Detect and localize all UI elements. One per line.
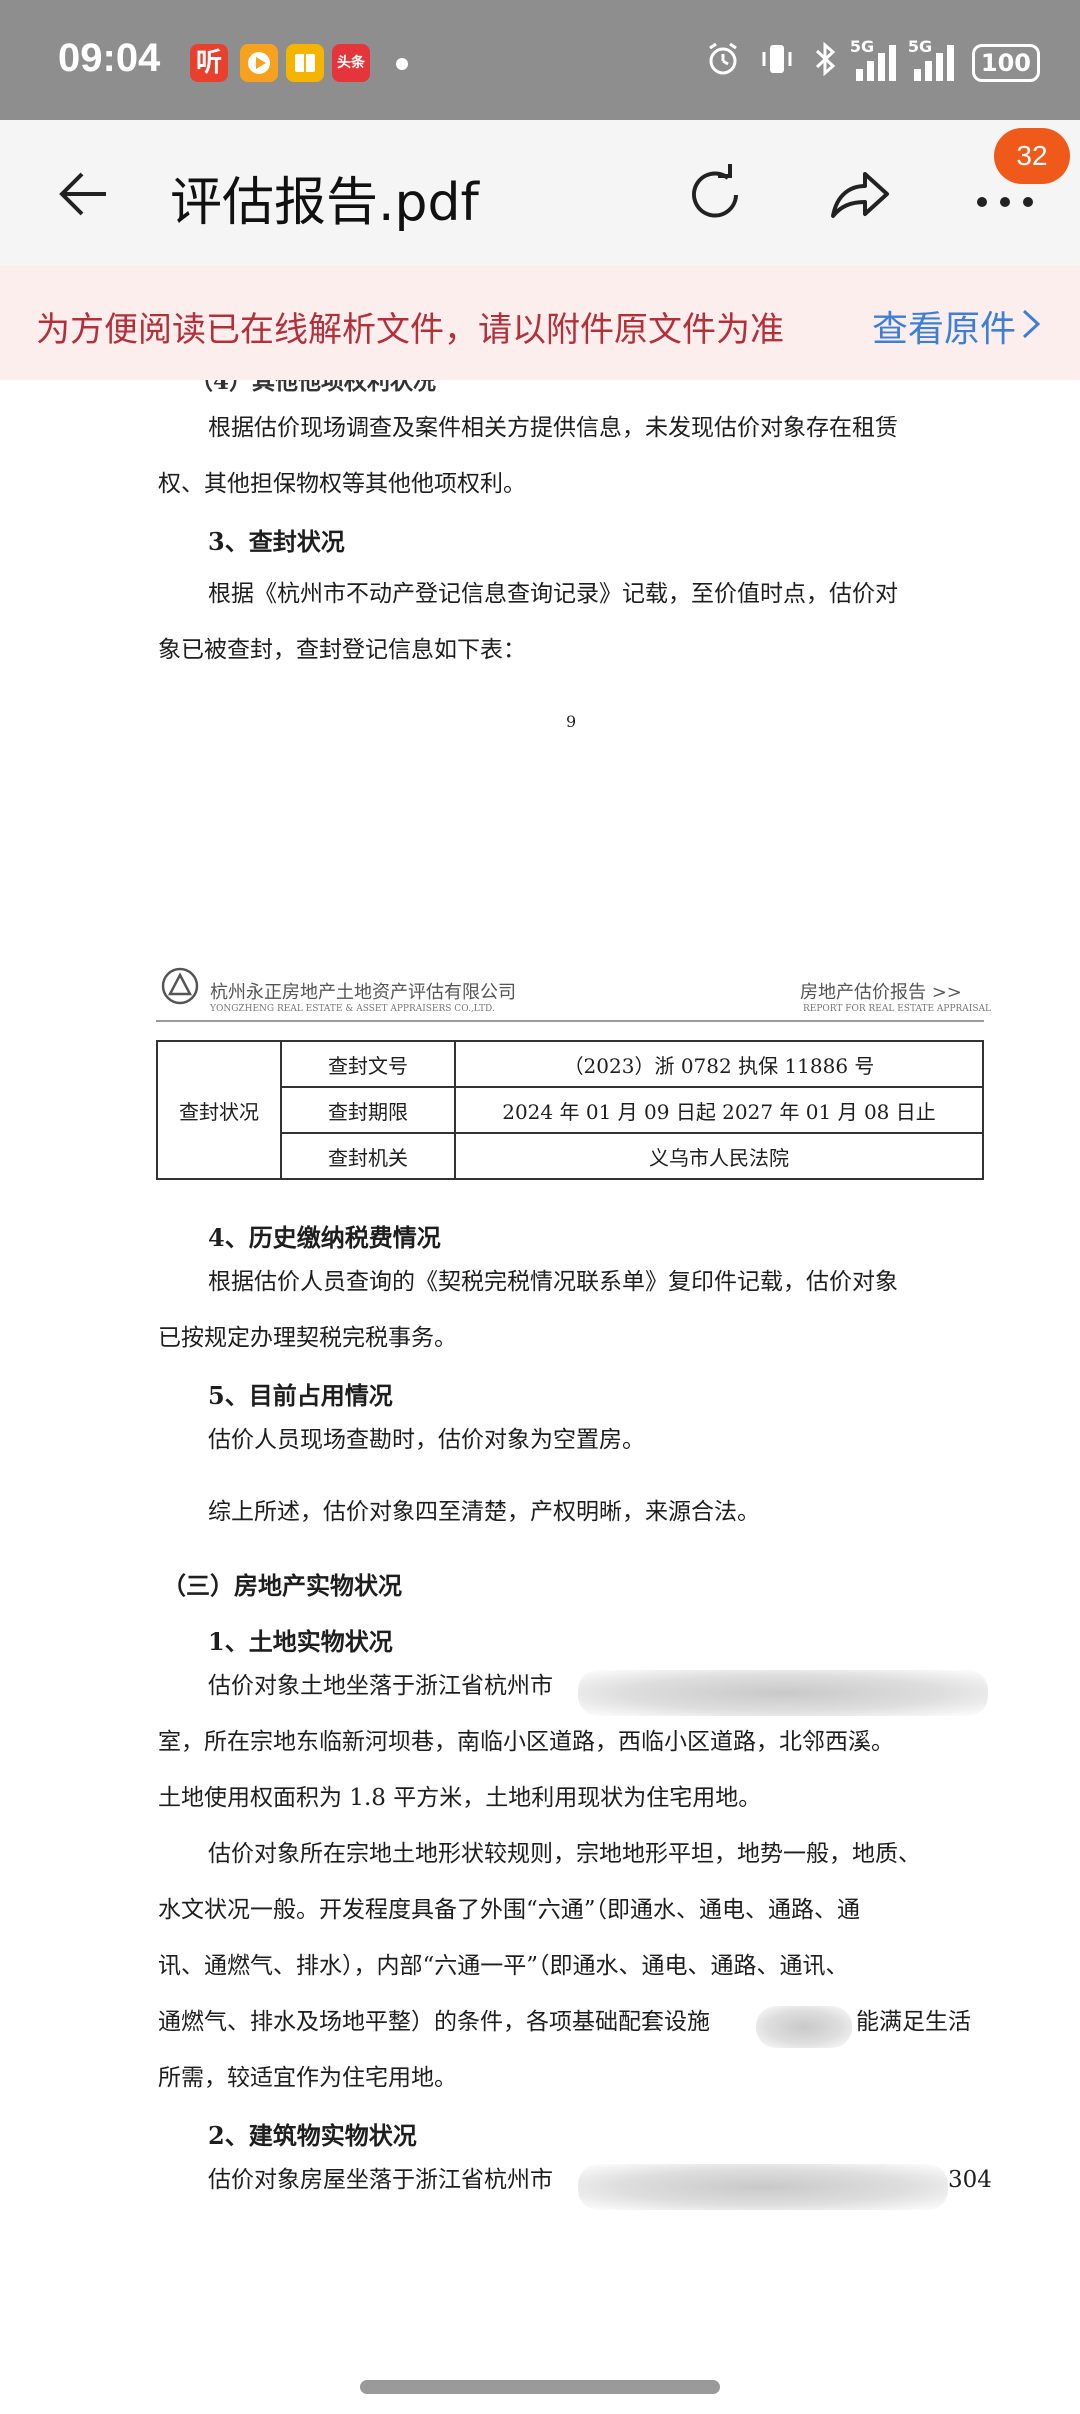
alarm-icon [704, 40, 742, 86]
pdf-viewer[interactable]: （4）其他他项权利状况 根据估价现场调查及案件相关方提供信息，未发现估价对象存在… [0, 380, 1080, 2240]
paragraph-line: 象已被查封，查封登记信息如下表： [158, 637, 526, 663]
paragraph-line: 已按规定办理契税完税事务。 [158, 1325, 457, 1351]
vibrate-icon [760, 40, 794, 86]
company-logo-icon [160, 966, 200, 1006]
table-cell-value: （2023）浙 0782 执保 11886 号 [454, 1040, 984, 1088]
paragraph-line: 室，所在宗地东临新河坝巷，南临小区道路，西临小区道路，北邻西溪。 [158, 1729, 894, 1755]
paragraph-line: 304 [948, 2167, 992, 2193]
share-icon [831, 172, 889, 218]
paragraph-line: 通燃气、排水及场地平整）的条件，各项基础配套设施 [158, 2009, 710, 2035]
bluetooth-icon [812, 40, 838, 86]
signal-5g-icon-2: 5G [908, 37, 954, 81]
table-group-label: 查封状况 [156, 1040, 282, 1180]
bottom-area [0, 2240, 1080, 2414]
paragraph-line: 能满足生活 [856, 2009, 971, 2035]
chevron-right-icon [1020, 307, 1042, 350]
table-cell-label: 查封机关 [280, 1132, 456, 1180]
ting-app-icon: 听 [190, 44, 228, 82]
notification-badge: 32 [994, 128, 1070, 184]
paragraph-line: 根据估价现场调查及案件相关方提供信息，未发现估价对象存在租赁 [208, 415, 898, 441]
company-name: 杭州永正房地产土地资产评估有限公司 [210, 982, 516, 1003]
redacted-area [578, 1670, 988, 1716]
share-button[interactable] [825, 160, 895, 230]
book-app-icon [286, 44, 324, 82]
view-original-link[interactable]: 查看原件 [872, 300, 1042, 352]
video-app-icon [240, 44, 278, 82]
view-original-label: 查看原件 [872, 309, 1017, 350]
redacted-area [578, 2164, 948, 2210]
paragraph-line: 土地使用权面积为 1.8 平方米，土地利用现状为住宅用地。 [158, 1785, 762, 1811]
signal-5g-icon-1: 5G [850, 37, 896, 81]
battery-icon: 100 [971, 44, 1040, 82]
paragraph-line: 综上所述，估价对象四至清楚，产权明晰，来源合法。 [208, 1499, 760, 1525]
report-type: 房地产估价报告 >> [800, 982, 962, 1003]
table-cell-value: 义乌市人民法院 [454, 1132, 984, 1180]
company-name-en: YONGZHENG REAL ESTATE & ASSET APPRAISERS… [210, 1004, 495, 1014]
paragraph-line: 所需，较适宜作为住宅用地。 [158, 2065, 457, 2091]
title-bar: 评估报告.pdf [0, 120, 1080, 266]
notice-banner: 为方便阅读已在线解析文件，请以附件原文件为准 查看原件 [0, 266, 1080, 380]
refresh-button[interactable] [680, 160, 750, 230]
paragraph-line: 权、其他担保物权等其他他项权利。 [158, 471, 526, 497]
section-heading: 5、目前占用情况 [208, 1381, 393, 1410]
header-rule [156, 1020, 984, 1022]
status-time: 09:04 [58, 36, 161, 80]
paragraph-line: 根据《杭州市不动产登记信息查询记录》记载，至价值时点，估价对 [208, 581, 898, 607]
table-cell-value: 2024 年 01 月 09 日起 2027 年 01 月 08 日止 [454, 1086, 984, 1134]
refresh-icon [692, 164, 738, 218]
paragraph-line: 估价人员现场查勘时，估价对象为空置房。 [208, 1427, 645, 1453]
section-heading: （三）房地产实物状况 [162, 1571, 402, 1600]
table-cell-label: 查封期限 [280, 1086, 456, 1134]
table-row: 查封机关 义乌市人民法院 [157, 1132, 984, 1180]
section-heading: 4、历史缴纳税费情况 [208, 1223, 441, 1252]
page-number: 9 [566, 712, 577, 731]
section-heading: 1、土地实物状况 [208, 1627, 393, 1656]
pdf-page-10: 杭州永正房地产土地资产评估有限公司 YONGZHENG REAL ESTATE … [0, 888, 1080, 2240]
paragraph-line: 讯、通燃气、排水），内部“六通一平”（即通水、通电、通路、通讯、 [158, 1953, 849, 1979]
document-title: 评估报告.pdf [170, 173, 479, 233]
section-heading: 3、查封状况 [208, 527, 345, 556]
more-notifications-dot [396, 58, 408, 70]
paragraph-line: 估价对象房屋坐落于浙江省杭州市 [208, 2167, 553, 2193]
notice-text: 为方便阅读已在线解析文件，请以附件原文件为准 [36, 310, 784, 350]
status-bar: 09:04 听 头条 5G 5G 100 [0, 0, 1080, 120]
toutiao-app-icon: 头条 [332, 44, 370, 82]
back-button[interactable] [52, 162, 116, 226]
status-icons: 5G 5G 100 [704, 37, 1040, 86]
table-cell-label: 查封文号 [280, 1040, 456, 1088]
table-row: 查封状况 查封文号 （2023）浙 0782 执保 11886 号 [156, 1040, 984, 1180]
table-row: 查封期限 2024 年 01 月 09 日起 2027 年 01 月 08 日止 [157, 1086, 984, 1134]
report-type-en: REPORT FOR REAL ESTATE APPRAISAL [803, 1004, 991, 1014]
redacted-area [756, 2006, 852, 2048]
clipped-heading: （4）其他他项权利状况 [190, 380, 437, 395]
paragraph-line: 根据估价人员查询的《契税完税情况联系单》复印件记载，估价对象 [208, 1269, 898, 1295]
paragraph-line: 水文状况一般。开发程度具备了外围“六通”（即通水、通电、通路、通 [158, 1897, 861, 1923]
home-indicator[interactable] [360, 2380, 720, 2394]
seizure-table: 查封状况 查封文号 （2023）浙 0782 执保 11886 号 查封期限 2… [156, 1040, 984, 1180]
paragraph-line: 估价对象所在宗地土地形状较规则，宗地地形平坦，地势一般，地质、 [208, 1841, 921, 1867]
paragraph-line: 估价对象土地坐落于浙江省杭州市 [208, 1673, 553, 1699]
back-arrow-icon [59, 172, 106, 216]
section-heading: 2、建筑物实物状况 [208, 2121, 417, 2150]
